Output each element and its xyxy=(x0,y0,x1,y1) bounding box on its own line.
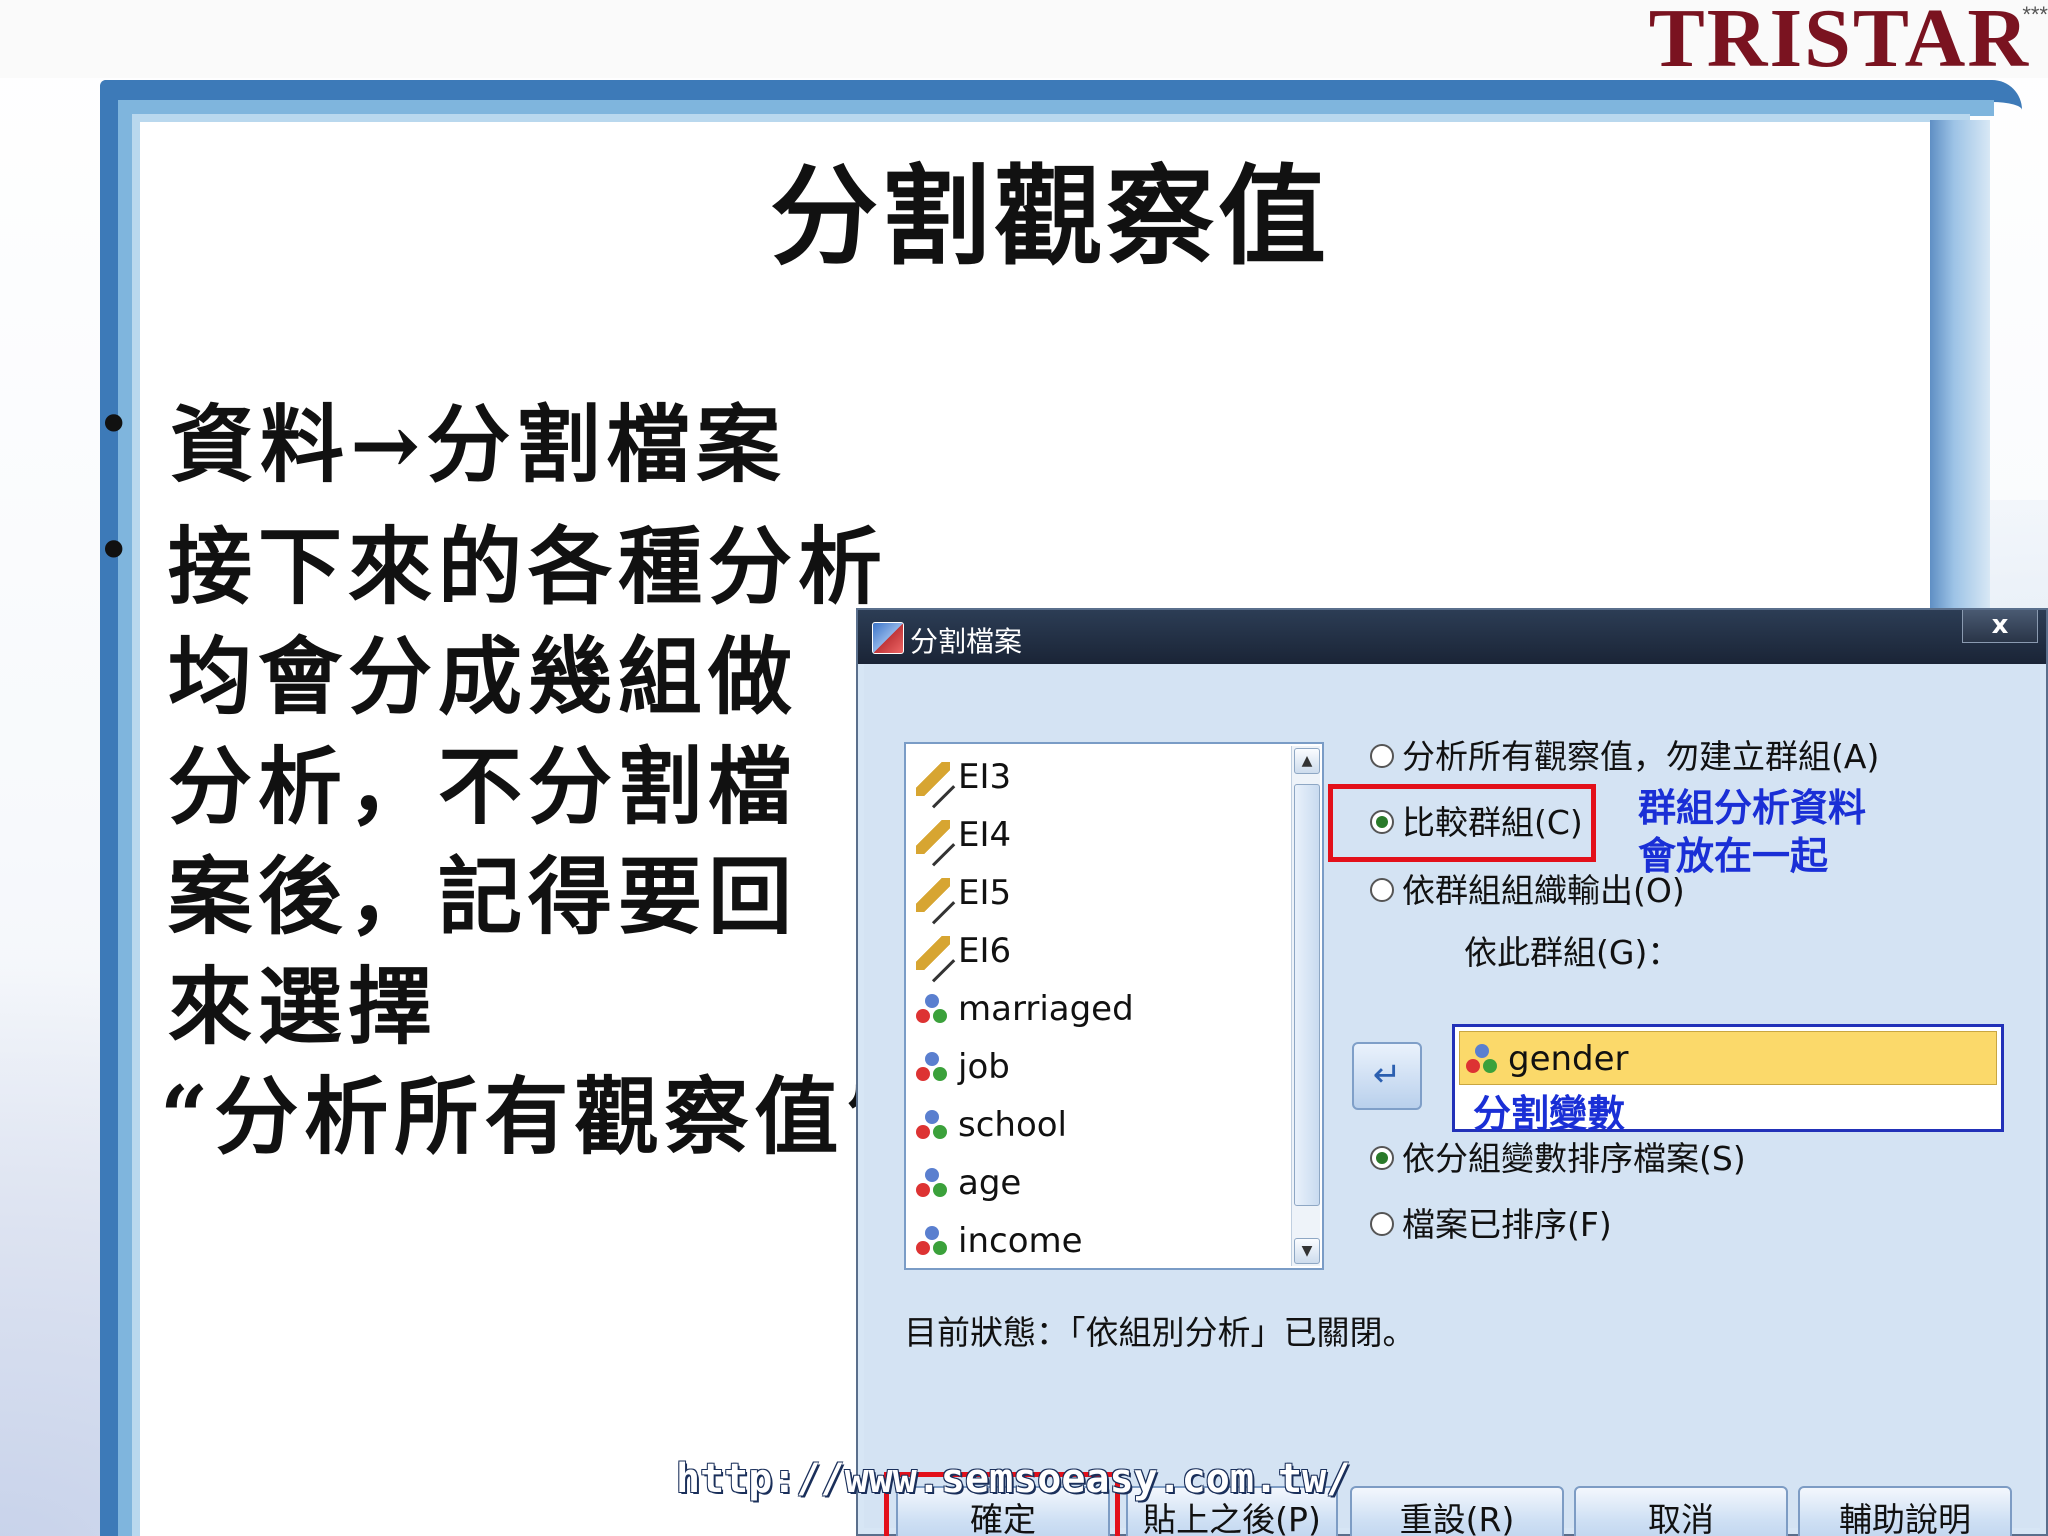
variable-name: EI4 xyxy=(958,815,1012,855)
slide-title: 分割觀察值 xyxy=(769,154,1330,280)
radio-selected-icon xyxy=(1370,1145,1394,1170)
group-by-list[interactable]: gender 分割變數 xyxy=(1452,1024,2004,1136)
variable-name: marriaged xyxy=(958,989,1134,1029)
bullet-line: 來選擇 xyxy=(168,957,439,1056)
nominal-icon xyxy=(916,993,950,1028)
scale-ruler-icon xyxy=(916,877,950,912)
close-icon: x xyxy=(1991,610,2009,640)
list-item[interactable]: EI4 xyxy=(916,810,1286,860)
bullet-reminder: 接下來的各種分析 均會分成幾組做 分析，不分割檔 案後，記得要回 來選擇 “分析… xyxy=(160,512,918,1172)
variable-name: school xyxy=(958,1105,1068,1145)
bullet-line: 案後，記得要回 xyxy=(168,847,799,946)
variable-name: EI5 xyxy=(958,873,1012,913)
list-item[interactable]: marriaged xyxy=(916,984,1286,1034)
highlight-box-compare xyxy=(1328,784,1596,862)
radio-label: 檔案已排序(F) xyxy=(1402,1205,1612,1244)
list-item[interactable]: income xyxy=(916,1216,1286,1266)
scroll-up-icon[interactable]: ▲ xyxy=(1294,748,1320,774)
radio-analyze-all[interactable]: 分析所有觀察值，勿建立群組(A) xyxy=(1370,732,1879,782)
nominal-icon xyxy=(1466,1043,1500,1078)
bullet-line: 分析，不分割檔 xyxy=(168,737,799,836)
radio-organize-output[interactable]: 依群組組織輸出(O) xyxy=(1370,866,1685,916)
radio-label: 分析所有觀察值，勿建立群組(A) xyxy=(1402,737,1880,776)
radio-label: 依分組變數排序檔案(S) xyxy=(1402,1139,1746,1178)
help-button[interactable]: 輔助說明 xyxy=(1798,1486,2012,1536)
brand-name: TRISTAR xyxy=(1648,0,2030,85)
list-item[interactable]: school xyxy=(916,1100,1286,1150)
radio-icon xyxy=(1370,877,1394,902)
scale-ruler-icon xyxy=(916,761,950,796)
close-button[interactable]: x xyxy=(1962,610,2038,643)
status-text: 目前狀態：「依組別分析」已關閉。 xyxy=(904,1313,1416,1352)
app-icon xyxy=(872,622,904,654)
variable-list-scrollbar[interactable]: ▲ ▼ xyxy=(1291,746,1320,1266)
group-variable-item[interactable]: gender xyxy=(1459,1031,1997,1085)
radio-sort-by-group[interactable]: 依分組變數排序檔案(S) xyxy=(1370,1134,1746,1184)
variable-name: job xyxy=(958,1047,1010,1087)
brand-logo: TRISTAR xyxy=(1649,0,2030,81)
variable-name: income xyxy=(958,1221,1083,1261)
list-item[interactable]: EI3 xyxy=(916,752,1286,802)
bullet-line: 均會分成幾組做 xyxy=(168,627,799,726)
bullet-dot: • xyxy=(96,516,132,586)
radio-icon xyxy=(1370,1211,1394,1236)
dialog-body: EI3 EI4 EI5 EI6 marriaged job school age… xyxy=(864,664,2040,1536)
list-item[interactable]: EI5 xyxy=(916,868,1286,918)
radio-label: 依群組組織輸出(O) xyxy=(1402,871,1685,910)
variable-name: EI6 xyxy=(958,931,1012,971)
arrow-left-icon: ↵ xyxy=(1372,1055,1402,1095)
scale-ruler-icon xyxy=(916,935,950,970)
nominal-icon xyxy=(916,1051,950,1086)
cancel-button[interactable]: 取消 xyxy=(1574,1486,1788,1536)
annotation-line: 群組分析資料 xyxy=(1638,786,1867,830)
variable-list[interactable]: EI3 EI4 EI5 EI6 marriaged job school age… xyxy=(904,742,1324,1270)
list-item[interactable]: EI6 xyxy=(916,926,1286,976)
group-by-label: 依此群組(G)： xyxy=(1464,933,1681,972)
move-to-group-button[interactable]: ↵ xyxy=(1352,1042,1422,1110)
slide: TRISTAR *** 分割觀察值 • 資料→分割檔案 • 接下來的各種分析 均… xyxy=(0,0,2048,1536)
radio-already-sorted[interactable]: 檔案已排序(F) xyxy=(1370,1200,1612,1250)
nominal-icon xyxy=(916,1167,950,1202)
radio-icon xyxy=(1370,743,1394,768)
watermark-url: http://www.semsoeasy.com.tw/ xyxy=(676,1456,1351,1502)
scale-ruler-icon xyxy=(916,819,950,854)
variable-name: age xyxy=(958,1163,1022,1203)
list-item[interactable]: job xyxy=(916,1042,1286,1092)
bullet-line: 接下來的各種分析 xyxy=(168,517,889,616)
nominal-icon xyxy=(916,1109,950,1144)
bullet-dot: • xyxy=(96,390,132,460)
variable-name: EI3 xyxy=(958,757,1012,797)
scroll-thumb[interactable] xyxy=(1294,784,1320,1206)
brand-stars: *** xyxy=(2022,2,2048,27)
reset-button[interactable]: 重設(R) xyxy=(1350,1486,1564,1536)
dialog-titlebar[interactable]: 分割檔案 x xyxy=(858,610,2046,664)
split-file-dialog: 分割檔案 x EI3 EI4 EI5 EI6 marriaged job sch… xyxy=(856,608,2048,1536)
nominal-icon xyxy=(916,1225,950,1260)
group-variable-name: gender xyxy=(1508,1039,1629,1079)
list-item[interactable]: age xyxy=(916,1158,1286,1208)
scroll-down-icon[interactable]: ▼ xyxy=(1294,1238,1320,1264)
annotation-split-variable: 分割變數 xyxy=(1473,1092,1626,1136)
bullet-line: “分析所有觀察值” xyxy=(160,1067,899,1166)
dialog-title: 分割檔案 xyxy=(910,625,1023,658)
bullet-menu-path: 資料→分割檔案 xyxy=(170,395,787,494)
